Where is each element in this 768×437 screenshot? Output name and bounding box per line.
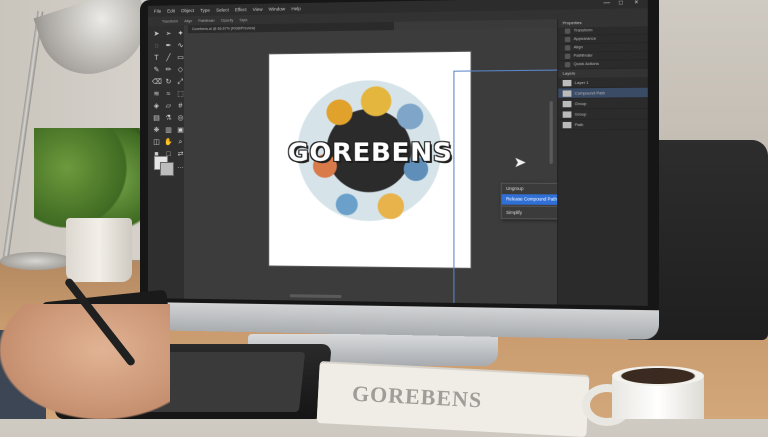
hand xyxy=(0,304,170,419)
right-panels: Properties Transform Appearance Align Pa… xyxy=(557,17,648,306)
layer-row-selected[interactable]: Compound Path xyxy=(558,87,648,99)
layer-thumbnail xyxy=(562,121,572,128)
monitor: File Edit Object Type Select Effect View… xyxy=(140,0,659,340)
menu-effect[interactable]: Effect xyxy=(235,7,247,12)
hand-tool-icon[interactable]: ✋ xyxy=(164,138,173,147)
pencil-tool-icon[interactable]: ✏ xyxy=(164,66,173,75)
menu-help[interactable]: Help xyxy=(291,6,301,11)
direct-selection-tool-icon[interactable]: ➢ xyxy=(164,29,173,38)
layer-thumbnail xyxy=(562,110,572,118)
type-tool-icon[interactable]: T xyxy=(152,54,161,63)
layer-row[interactable]: Group xyxy=(558,98,648,110)
align-icon xyxy=(564,45,571,51)
pen-tool-icon[interactable]: ✒ xyxy=(164,42,173,51)
menu-file[interactable]: File xyxy=(154,9,161,14)
canvas-area[interactable]: GOREBENS ➤ xyxy=(183,27,580,306)
potted-plant xyxy=(34,128,144,228)
layer-thumbnail xyxy=(562,100,572,107)
selection-tool-icon[interactable]: ➤ xyxy=(152,30,161,39)
menu-window[interactable]: Window xyxy=(269,6,285,11)
warp-tool-icon[interactable]: ≈ xyxy=(164,90,173,99)
window-controls: — □ × xyxy=(603,0,647,6)
option-opacity[interactable]: Opacity xyxy=(221,18,233,22)
appearance-icon xyxy=(564,36,571,43)
menu-view[interactable]: View xyxy=(253,7,263,12)
artwork-title: GOREBENS xyxy=(287,137,453,168)
width-tool-icon[interactable]: ≋ xyxy=(152,90,161,99)
maximize-button[interactable]: □ xyxy=(619,0,626,6)
stroke-swatch[interactable] xyxy=(159,161,174,177)
menu-object[interactable]: Object xyxy=(181,8,194,13)
vertical-scrollbar[interactable] xyxy=(549,101,553,164)
menu-edit[interactable]: Edit xyxy=(167,8,175,13)
option-style[interactable]: Style xyxy=(239,18,247,22)
transform-icon xyxy=(564,28,571,34)
eraser-tool-icon[interactable]: ⌫ xyxy=(152,78,162,87)
pathfinder-icon xyxy=(564,53,571,59)
coffee-surface xyxy=(612,366,704,386)
symbol-tool-icon[interactable]: ❋ xyxy=(152,126,161,135)
layer-thumbnail xyxy=(562,79,572,86)
desk-lamp-base xyxy=(0,252,72,270)
minimize-button[interactable]: — xyxy=(603,0,610,6)
lasso-tool-icon[interactable]: ◌ xyxy=(152,42,161,51)
shape-builder-tool-icon[interactable]: ◈ xyxy=(152,102,161,111)
option-transform[interactable]: Transform xyxy=(162,19,178,23)
graph-tool-icon[interactable]: ▥ xyxy=(164,126,173,135)
paintbrush-tool-icon[interactable]: ✎ xyxy=(152,66,161,75)
close-button[interactable]: × xyxy=(634,0,641,6)
app-window: File Edit Object Type Select Effect View… xyxy=(147,0,648,306)
option-align[interactable]: Align xyxy=(184,19,192,23)
line-tool-icon[interactable]: ╱ xyxy=(164,54,173,63)
gradient-tool-icon[interactable]: ▤ xyxy=(152,114,161,123)
slice-tool-icon[interactable]: ◫ xyxy=(152,138,161,147)
layer-row[interactable]: Group xyxy=(558,108,648,120)
perspective-tool-icon[interactable]: ▱ xyxy=(164,102,173,111)
layer-thumbnail xyxy=(562,89,572,97)
layer-row[interactable]: Path xyxy=(558,119,648,131)
option-pathfinder[interactable]: Pathfinder xyxy=(198,18,215,22)
menu-type[interactable]: Type xyxy=(200,8,210,13)
rotate-tool-icon[interactable]: ↻ xyxy=(164,78,173,87)
eyedropper-tool-icon[interactable]: ⚗ xyxy=(164,114,173,123)
artboard[interactable]: GOREBENS xyxy=(269,51,471,268)
quick-actions-icon xyxy=(564,62,571,68)
layer-row[interactable]: Layer 1 xyxy=(558,77,648,89)
color-swatches[interactable] xyxy=(153,155,178,177)
menu-select[interactable]: Select xyxy=(216,7,229,12)
plant-pot xyxy=(66,218,132,282)
